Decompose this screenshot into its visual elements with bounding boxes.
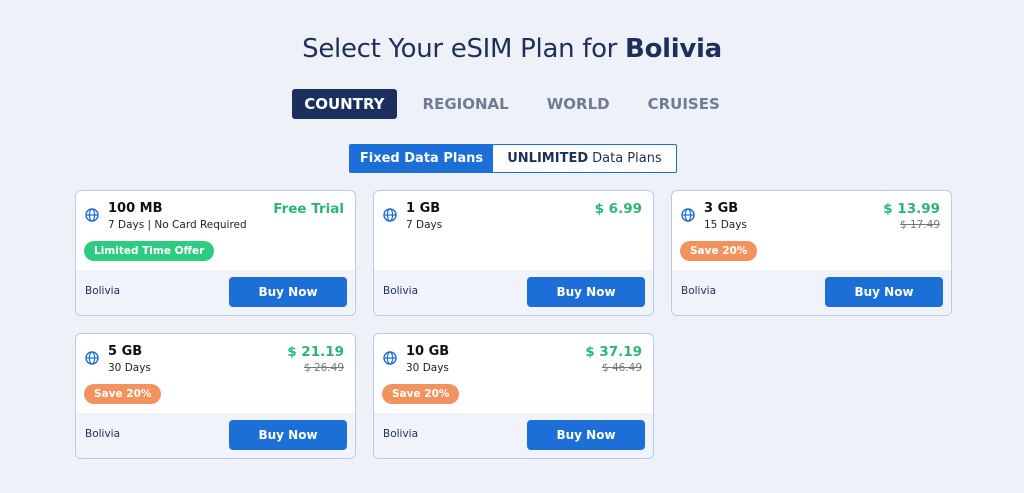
tab-world[interactable]: WORLD <box>535 89 622 119</box>
plan-original-price: $ 26.49 <box>303 362 344 374</box>
plan-data-size: 5 GB <box>108 344 143 359</box>
plan-card: 3 GB 15 Days $ 13.99 $ 17.49 Save 20% Bo… <box>671 190 952 316</box>
plan-type-toggle: Fixed Data Plans UNLIMITED Data Plans <box>349 144 677 173</box>
plan-duration: 7 Days <box>406 219 443 231</box>
plan-price: $ 13.99 <box>883 201 940 217</box>
plan-card: 100 MB 7 Days | No Card Required Free Tr… <box>75 190 356 316</box>
buy-now-button[interactable]: Buy Now <box>229 420 347 450</box>
page-title-prefix: Select Your eSIM Plan for <box>302 34 618 64</box>
plan-country: Bolivia <box>85 285 121 297</box>
discount-badge: Save 20% <box>84 384 162 404</box>
plan-card: 10 GB 30 Days $ 37.19 $ 46.49 Save 20% B… <box>373 333 654 459</box>
plan-country: Bolivia <box>85 428 121 440</box>
tab-cruises[interactable]: CRUISES <box>636 89 732 119</box>
plan-price: $ 21.19 <box>287 344 344 360</box>
offer-badge: Limited Time Offer <box>84 241 215 261</box>
plan-data-size: 1 GB <box>406 201 441 216</box>
globe-icon <box>681 208 695 222</box>
tab-country[interactable]: COUNTRY <box>292 89 397 119</box>
plan-card: 1 GB 7 Days $ 6.99 Bolivia Buy Now <box>373 190 654 316</box>
plan-original-price: $ 46.49 <box>601 362 642 374</box>
buy-now-button[interactable]: Buy Now <box>527 420 645 450</box>
globe-icon <box>383 351 397 365</box>
buy-now-button[interactable]: Buy Now <box>825 277 943 307</box>
unlimited-data-plans-option[interactable]: UNLIMITED Data Plans <box>493 145 676 172</box>
plan-data-size: 3 GB <box>704 201 739 216</box>
plan-data-size: 10 GB <box>406 344 450 359</box>
plan-card: 5 GB 30 Days $ 21.19 $ 26.49 Save 20% Bo… <box>75 333 356 459</box>
plan-duration: 30 Days <box>108 362 151 374</box>
buy-now-button[interactable]: Buy Now <box>229 277 347 307</box>
plan-country: Bolivia <box>383 428 419 440</box>
plan-duration: 30 Days <box>406 362 449 374</box>
fixed-data-plans-option[interactable]: Fixed Data Plans <box>350 145 493 172</box>
region-tabs: COUNTRY REGIONAL WORLD CRUISES <box>0 89 1024 119</box>
discount-badge: Save 20% <box>382 384 460 404</box>
buy-now-button[interactable]: Buy Now <box>527 277 645 307</box>
plan-duration: 15 Days <box>704 219 747 231</box>
unlimited-label-rest: Data Plans <box>592 151 662 166</box>
page-title-country: Bolivia <box>625 34 722 64</box>
plan-price: $ 37.19 <box>585 344 642 360</box>
discount-badge: Save 20% <box>680 241 758 261</box>
globe-icon <box>85 351 99 365</box>
plan-country: Bolivia <box>383 285 419 297</box>
plan-original-price: $ 17.49 <box>899 219 940 231</box>
globe-icon <box>85 208 99 222</box>
page-title: Select Your eSIM Plan for Bolivia <box>0 34 1024 64</box>
unlimited-label-bold: UNLIMITED <box>507 151 589 166</box>
tab-regional[interactable]: REGIONAL <box>411 89 521 119</box>
plan-price: Free Trial <box>273 201 344 217</box>
plan-data-size: 100 MB <box>108 201 163 216</box>
plan-price: $ 6.99 <box>594 201 642 217</box>
globe-icon <box>383 208 397 222</box>
plan-duration: 7 Days | No Card Required <box>108 219 247 231</box>
plan-country: Bolivia <box>681 285 717 297</box>
